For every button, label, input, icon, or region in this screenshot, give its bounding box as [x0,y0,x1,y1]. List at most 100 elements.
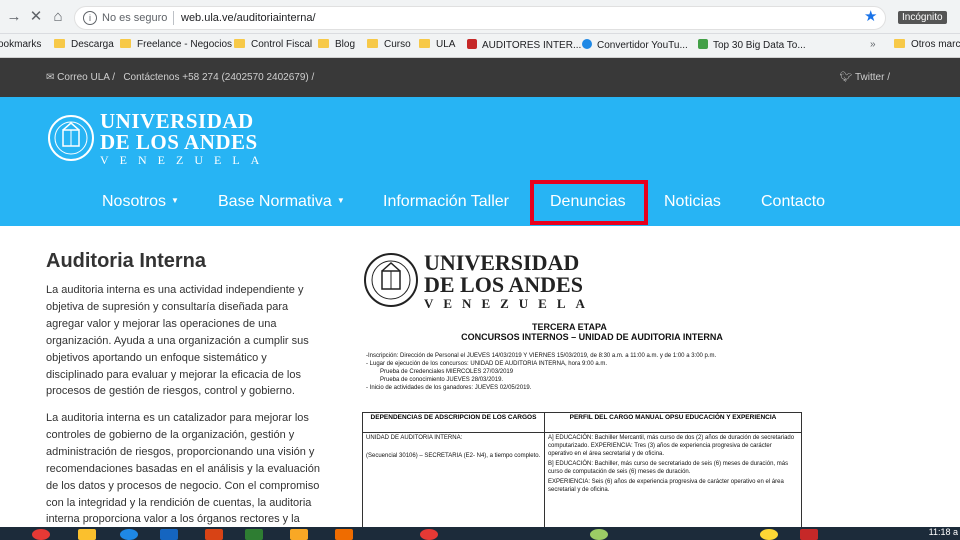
denuncias-highlight-box [530,180,648,225]
separator: / [311,72,315,83]
taskbar-clock[interactable]: 11:18 a [929,527,958,537]
doc-schedule-list: -Inscripción: Dirección de Personal el J… [366,352,796,392]
bookmark-folder[interactable]: Descarga [54,39,114,50]
twitter-link[interactable]: Twitter [855,72,884,83]
twitter-icon: 🐦︎ [839,72,853,83]
doc-subheading: CONCURSOS INTERNOS – UNIDAD DE AUDITORIA… [461,332,723,342]
doc-list-item: -Inscripción: Dirección de Personal el J… [366,353,717,359]
bookmarks-overflow-button[interactable]: » [870,39,876,50]
folder-icon [234,39,245,48]
app-icon[interactable] [760,529,778,540]
bookmark-folder[interactable]: Otros marca [894,39,960,50]
bookmark-folder[interactable]: ULA [419,39,455,50]
os-taskbar: 11:18 a [0,527,960,540]
contact-phone: Contáctenos +58 274 (2402570 2402679) [123,72,309,83]
bookmark-site[interactable]: Convertidor YouTu... [582,39,688,51]
separator: / [112,72,121,83]
announcement-document: UNIVERSIDAD DE LOS ANDES VENEZUELA TERCE… [362,248,802,529]
doc-table-col-perfil: PERFIL DEL CARGO MANUAL OPSU EDUCACIÓN Y… [545,413,801,529]
nav-item-noticias[interactable]: Noticias [664,193,721,211]
security-label: No es seguro [102,12,168,24]
url-text[interactable]: web.ula.ve/auditoriainterna/ [181,12,316,24]
site-top-bar: ✉ Correo ULA / Contáctenos +58 274 (2402… [0,58,960,97]
doc-heading: TERCERA ETAPA [532,322,607,332]
app-icon[interactable] [335,529,353,540]
folder-icon [894,39,905,48]
doc-list-item: - Inicio de actividades de los ganadores… [366,385,532,391]
app-icon[interactable] [590,529,608,540]
page-title: Auditoria Interna [46,250,207,272]
nav-item-nosotros[interactable]: Nosotros ▼ [102,193,179,211]
doc-logo-line3: VENEZUELA [424,296,595,311]
folder-icon [54,39,65,48]
nav-item-label: Noticias [664,193,721,210]
doc-table-cell: A] EDUCACIÓN: Bachiller Mercantil, más c… [548,435,795,457]
site-logo[interactable]: UNIVERSIDAD DE LOS ANDES VENEZUELA [46,109,286,167]
excel-icon[interactable] [245,529,263,540]
body-paragraph: La auditoria interna es un catalizador p… [46,412,320,526]
email-link[interactable]: Correo ULA [57,72,109,83]
incognito-badge[interactable]: Incógnito [898,11,947,24]
mail-icon: ✉ [46,72,55,83]
folder-icon [419,39,430,48]
folder-icon [318,39,329,48]
bookmark-item[interactable]: ookmarks [0,39,41,50]
caret-down-icon: ▼ [171,196,179,205]
logo-line3: VENEZUELA [100,153,271,167]
info-icon[interactable]: i [83,11,97,25]
chrome-icon[interactable] [420,529,438,540]
doc-table-cell: UNIDAD DE AUDITORIA INTERNA: [366,435,463,441]
doc-table-header: DEPENDENCIAS DE ADSCRIPCION DE LOS CARGO… [363,413,544,433]
folder-icon[interactable] [78,529,96,540]
nav-item-informacion-taller[interactable]: Información Taller [383,193,509,211]
pdf-icon[interactable] [800,529,818,540]
doc-table-col-dependencias: DEPENDENCIAS DE ADSCRIPCION DE LOS CARGO… [363,413,545,529]
separator: / [887,72,890,83]
university-seal-icon [48,115,94,161]
university-seal-icon [364,253,418,307]
browser-toolbar: → ✕ ⌂ i No es seguro web.ula.ve/auditori… [0,0,960,34]
doc-list-item: Prueba de Credenciales MIERCOLES 27/03/2… [380,369,514,375]
logo-line2: DE LOS ANDES [100,130,258,154]
bookmark-folder[interactable]: Blog [318,39,355,50]
site-favicon-icon [467,39,477,49]
bookmark-star-icon[interactable]: ★ [864,9,877,24]
address-bar[interactable]: i No es seguro web.ula.ve/auditoriainter… [74,6,886,30]
doc-list-item: - Lugar de ejecución de los concursos: U… [366,361,607,367]
word-icon[interactable] [160,529,178,540]
forward-icon[interactable]: ✕ [28,9,44,25]
folder-icon [120,39,131,48]
bookmarks-bar: ookmarks Descarga Freelance - Negocios C… [0,34,960,58]
doc-list-item: Prueba de conocimiento JUEVES 28/03/2019… [380,377,504,383]
address-separator [173,11,174,25]
nav-item-label: Información Taller [383,193,509,210]
browser-icon[interactable] [120,529,138,540]
doc-table-cell: (Secuencial 30106) – SECRETARIA (E2- N4)… [366,453,541,459]
powerpoint-icon[interactable] [205,529,223,540]
site-top-social[interactable]: 🐦︎ Twitter / [840,72,890,83]
nav-item-contacto[interactable]: Contacto [761,193,825,211]
bookmark-site[interactable]: Top 30 Big Data To... [698,39,806,51]
site-header: UNIVERSIDAD DE LOS ANDES VENEZUELA Nosot… [0,97,960,226]
caret-down-icon: ▼ [336,196,345,205]
bookmark-folder[interactable]: Control Fiscal [234,39,312,50]
nav-item-label: Base Normativa [218,193,332,210]
app-icon[interactable] [290,529,308,540]
back-icon[interactable]: → [6,9,22,25]
site-favicon-icon [582,39,592,49]
nav-item-base-normativa[interactable]: Base Normativa ▼ [218,193,345,211]
doc-table-cell: B] EDUCACIÓN: Bachiller, más curso de se… [548,461,789,475]
bookmark-site[interactable]: AUDITORES INTER... [467,39,581,51]
main-navigation: Nosotros ▼ Base Normativa ▼ Información Ta… [0,193,960,223]
doc-table-cell: EXPERIENCIA: Seis (6) años de experienci… [548,479,784,493]
site-favicon-icon [698,39,708,49]
bookmark-folder[interactable]: Curso [367,39,411,50]
home-icon[interactable]: ⌂ [50,9,66,25]
nav-item-label: Contacto [761,193,826,210]
chrome-icon[interactable] [32,529,50,540]
bookmark-folder[interactable]: Freelance - Negocios [120,39,232,50]
doc-positions-table: DEPENDENCIAS DE ADSCRIPCION DE LOS CARGO… [362,412,802,529]
site-top-contact: ✉ Correo ULA / Contáctenos +58 274 (2402… [46,72,314,83]
doc-table-header: PERFIL DEL CARGO MANUAL OPSU EDUCACIÓN Y… [545,413,801,433]
doc-logo-line2: DE LOS ANDES [424,272,583,297]
